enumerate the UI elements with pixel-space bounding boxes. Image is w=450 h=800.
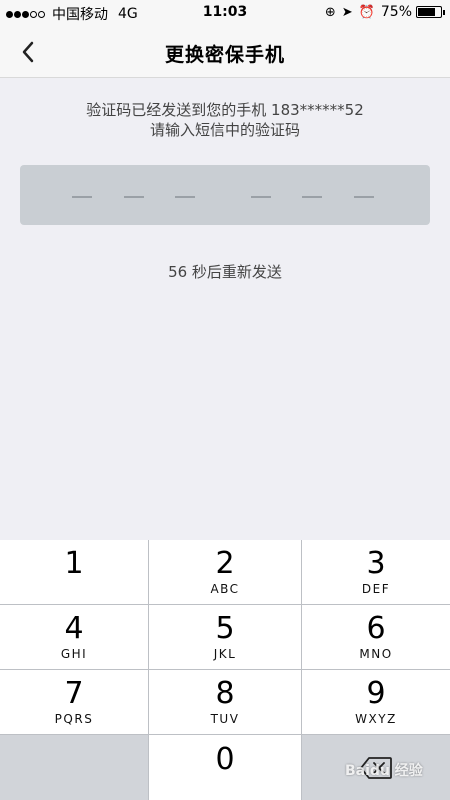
key-number: 0 [215, 741, 235, 777]
code-digit-slot-1 [72, 196, 92, 198]
key-number: 4 [64, 611, 84, 646]
enter-code-instruction: 请输入短信中的验证码 [149, 121, 300, 139]
resend-countdown: 56 秒后重新发送 [168, 263, 282, 281]
key-number: 8 [215, 676, 235, 711]
page-title: 更换密保手机 [164, 44, 285, 66]
alarm-icon: ⏰ [358, 4, 375, 20]
key-number: 3 [366, 546, 386, 581]
key-number: 7 [64, 676, 84, 711]
key-number: 1 [64, 546, 84, 581]
key-letters: JKL [213, 647, 237, 661]
key-number: 6 [366, 611, 386, 646]
key-number: 2 [215, 546, 235, 581]
key-letters: TUV [210, 712, 240, 726]
code-digit-slot-5 [302, 196, 322, 198]
key-letters: WXYZ [355, 712, 397, 726]
key-0[interactable]: 0 [149, 735, 301, 800]
watermark: Baidu 经验 [345, 763, 423, 779]
code-digit-slot-2 [124, 196, 144, 198]
key-3[interactable]: 3 DEF [302, 540, 450, 604]
verification-message: 验证码已经发送到您的手机 183******52 请输入短信中的验证码 [0, 100, 450, 140]
rotation-lock-icon: ⊕ [324, 4, 336, 20]
key-letters: PQRS [54, 712, 94, 726]
code-digit-slot-6 [354, 196, 374, 198]
key-8[interactable]: 8 TUV [149, 670, 301, 734]
key-6[interactable]: 6 MNO [302, 605, 450, 669]
key-7[interactable]: 7 PQRS [0, 670, 148, 734]
key-letters: DEF [361, 582, 391, 596]
code-digit-slot-3 [175, 196, 195, 198]
status-bar: 中国移动 4G 11:03 ⊕ ➤ ⏰ 75% [0, 0, 450, 26]
location-icon: ➤ [341, 4, 353, 20]
key-letters: GHI [60, 647, 88, 661]
key-number: 5 [215, 611, 235, 646]
battery-icon [416, 6, 445, 18]
key-9[interactable]: 9 WXYZ [302, 670, 450, 734]
key-2[interactable]: 2 ABC [149, 540, 301, 604]
status-right: ⊕ ➤ ⏰ 75% [324, 4, 445, 20]
key-letters: ABC [210, 582, 240, 596]
verification-code-input[interactable] [20, 165, 430, 225]
empty-key [0, 735, 148, 800]
key-1[interactable]: 1 [0, 540, 148, 604]
sent-to-phone-text: 验证码已经发送到您的手机 183******52 [86, 101, 364, 119]
battery-percentage: 75% [380, 4, 412, 20]
key-5[interactable]: 5 JKL [149, 605, 301, 669]
navigation-bar: 更换密保手机 [0, 26, 450, 78]
key-letters: MNO [359, 647, 393, 661]
key-4[interactable]: 4 GHI [0, 605, 148, 669]
code-digit-slot-4 [251, 196, 271, 198]
key-number: 9 [366, 676, 386, 711]
